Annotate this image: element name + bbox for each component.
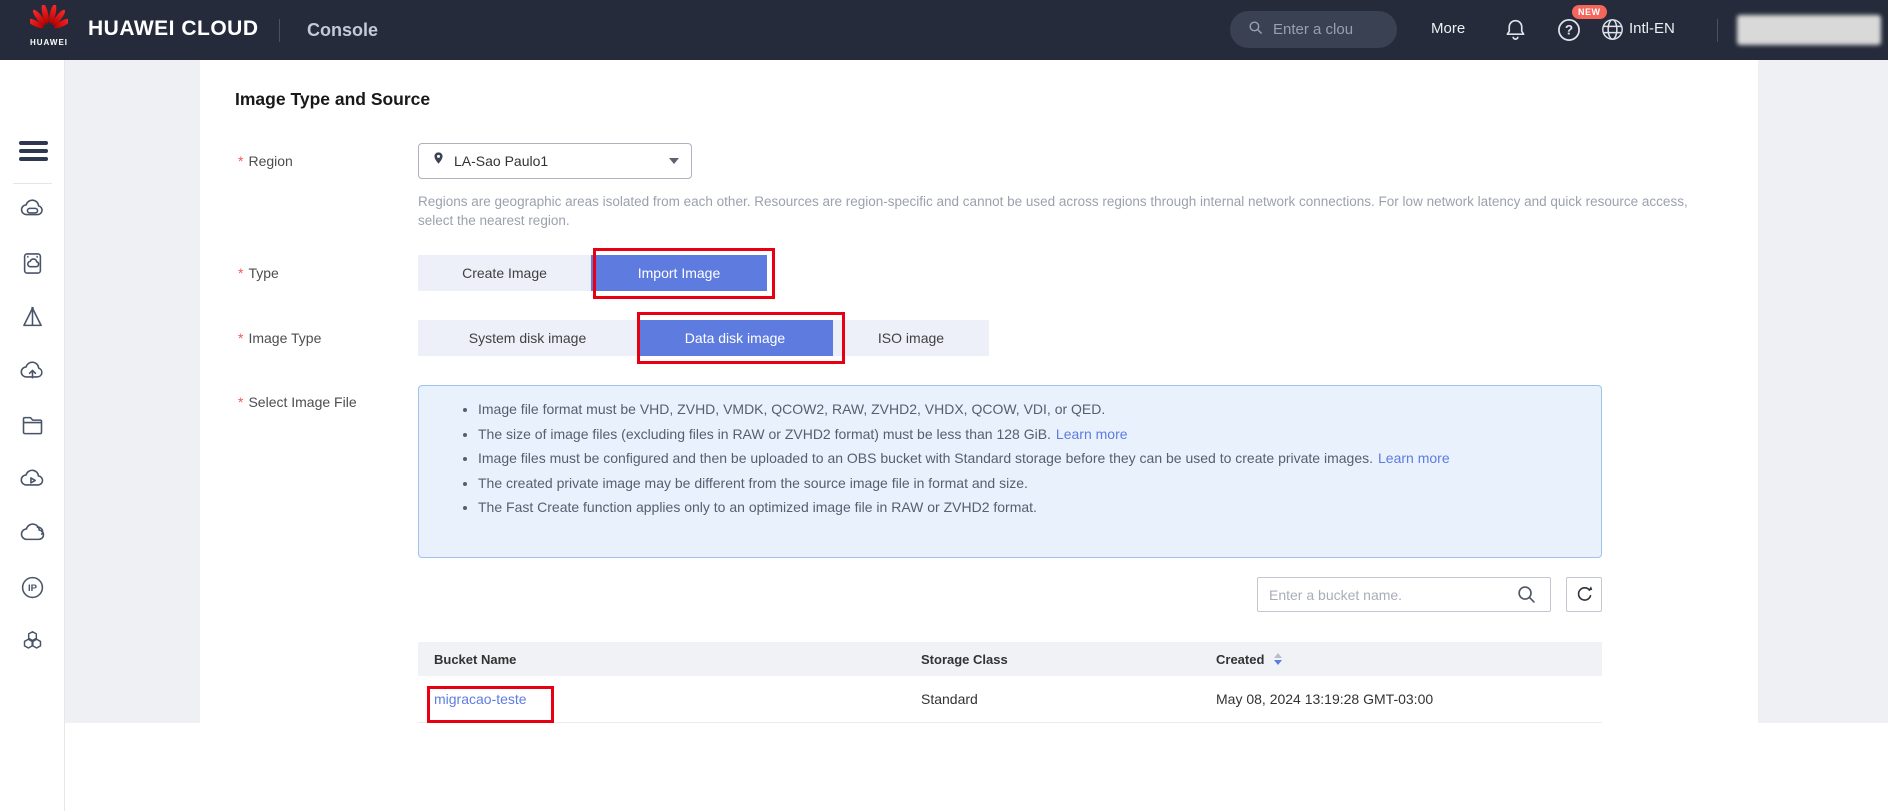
eip-icon[interactable]: IP [19, 574, 46, 601]
globe-icon[interactable] [1600, 17, 1625, 47]
column-header-created: Created [1200, 652, 1602, 667]
storage-class-cell: Standard [905, 691, 1200, 707]
brand-title: HUAWEI CLOUD [88, 17, 259, 41]
console-link[interactable]: Console [307, 20, 378, 41]
topbar-divider [279, 19, 280, 42]
hex-cluster-icon[interactable] [19, 628, 46, 655]
chevron-down-icon [669, 158, 679, 164]
cloud-play-icon[interactable] [19, 466, 46, 493]
bucket-name-cell: migracao-teste [418, 691, 905, 707]
learn-more-link[interactable]: Learn more [1056, 426, 1128, 442]
bucket-table-row[interactable]: migracao-teste Standard May 08, 2024 13:… [418, 676, 1602, 723]
folder-icon[interactable] [19, 412, 46, 439]
column-header-bucket-name: Bucket Name [418, 652, 905, 667]
global-search-placeholder: Enter a clou [1273, 21, 1353, 38]
info-note: The created private image may be differe… [478, 471, 1601, 496]
image-type-button-group: System disk image Data disk image ISO im… [418, 320, 989, 356]
image-service-icon[interactable] [19, 250, 46, 277]
background-strip-left [65, 60, 200, 723]
more-menu[interactable]: More [1431, 20, 1465, 37]
cloud-icon[interactable] [19, 520, 46, 547]
image-type-option-iso[interactable]: ISO image [833, 320, 989, 356]
bucket-name-link[interactable]: migracao-teste [434, 691, 527, 707]
image-type-option-system-disk[interactable]: System disk image [418, 320, 637, 356]
info-note: The Fast Create function applies only to… [478, 495, 1601, 520]
location-pin-icon [431, 151, 446, 171]
type-option-create-image[interactable]: Create Image [418, 255, 591, 291]
svg-text:IP: IP [28, 583, 38, 594]
menu-icon[interactable] [19, 141, 48, 161]
background-strip-right [1758, 60, 1888, 723]
required-marker: * [238, 153, 243, 169]
info-note: The size of image files (excluding files… [478, 422, 1601, 447]
image-type-label: *Image Type [238, 330, 321, 346]
locale-switcher[interactable]: Intl-EN [1629, 20, 1675, 37]
help-icon[interactable]: ? [1556, 17, 1582, 48]
type-label: *Type [238, 265, 279, 281]
huawei-logo-text: HUAWEI [30, 38, 68, 47]
learn-more-link[interactable]: Learn more [1378, 450, 1450, 466]
image-type-option-data-disk[interactable]: Data disk image [637, 320, 833, 356]
type-option-import-image[interactable]: Import Image [591, 255, 767, 291]
topbar-divider [1717, 19, 1718, 42]
search-icon [1247, 19, 1264, 41]
cloud-upload-icon[interactable] [19, 358, 46, 385]
sidebar-divider [13, 183, 52, 184]
page-title: Image Type and Source [235, 89, 430, 110]
region-selected-value: LA-Sao Paulo1 [454, 153, 669, 169]
sort-icon[interactable] [1274, 653, 1282, 665]
sidebar-nav: IP [0, 60, 65, 811]
region-select[interactable]: LA-Sao Paulo1 [418, 143, 692, 179]
created-cell: May 08, 2024 13:19:28 GMT-03:00 [1200, 691, 1602, 707]
type-button-group: Create Image Import Image [418, 255, 767, 291]
column-header-storage-class: Storage Class [905, 652, 1200, 667]
region-description: Regions are geographic areas isolated fr… [418, 192, 1693, 230]
account-name-redacted[interactable] [1737, 15, 1881, 45]
info-note: Image file format must be VHD, ZVHD, VMD… [478, 397, 1601, 422]
footer-bar: Next [65, 723, 1888, 811]
image-file-info-box: Image file format must be VHD, ZVHD, VMD… [418, 385, 1602, 558]
required-marker: * [238, 265, 243, 281]
required-marker: * [238, 330, 243, 346]
region-label: *Region [238, 153, 293, 169]
cloud-server-icon[interactable] [19, 196, 46, 223]
bucket-table-header: Bucket Name Storage Class Created [418, 642, 1602, 676]
huawei-logo[interactable]: HUAWEI [27, 5, 71, 47]
notifications-bell-icon[interactable] [1503, 17, 1528, 47]
global-search[interactable]: Enter a clou [1230, 11, 1397, 48]
bucket-search-input[interactable] [1257, 577, 1551, 612]
huawei-cloud-console: HUAWEI HUAWEI CLOUD Console Enter a clou… [0, 0, 1888, 811]
required-marker: * [238, 394, 243, 410]
info-note: Image files must be configured and then … [478, 446, 1601, 471]
bucket-search-icon[interactable] [1515, 583, 1538, 611]
huawei-logo-icon [30, 5, 68, 40]
svg-text:?: ? [1565, 23, 1573, 38]
prism-icon[interactable] [19, 304, 46, 331]
top-bar: HUAWEI HUAWEI CLOUD Console Enter a clou… [0, 0, 1888, 60]
refresh-button[interactable] [1566, 577, 1602, 612]
select-image-file-label: *Select Image File [238, 394, 357, 410]
